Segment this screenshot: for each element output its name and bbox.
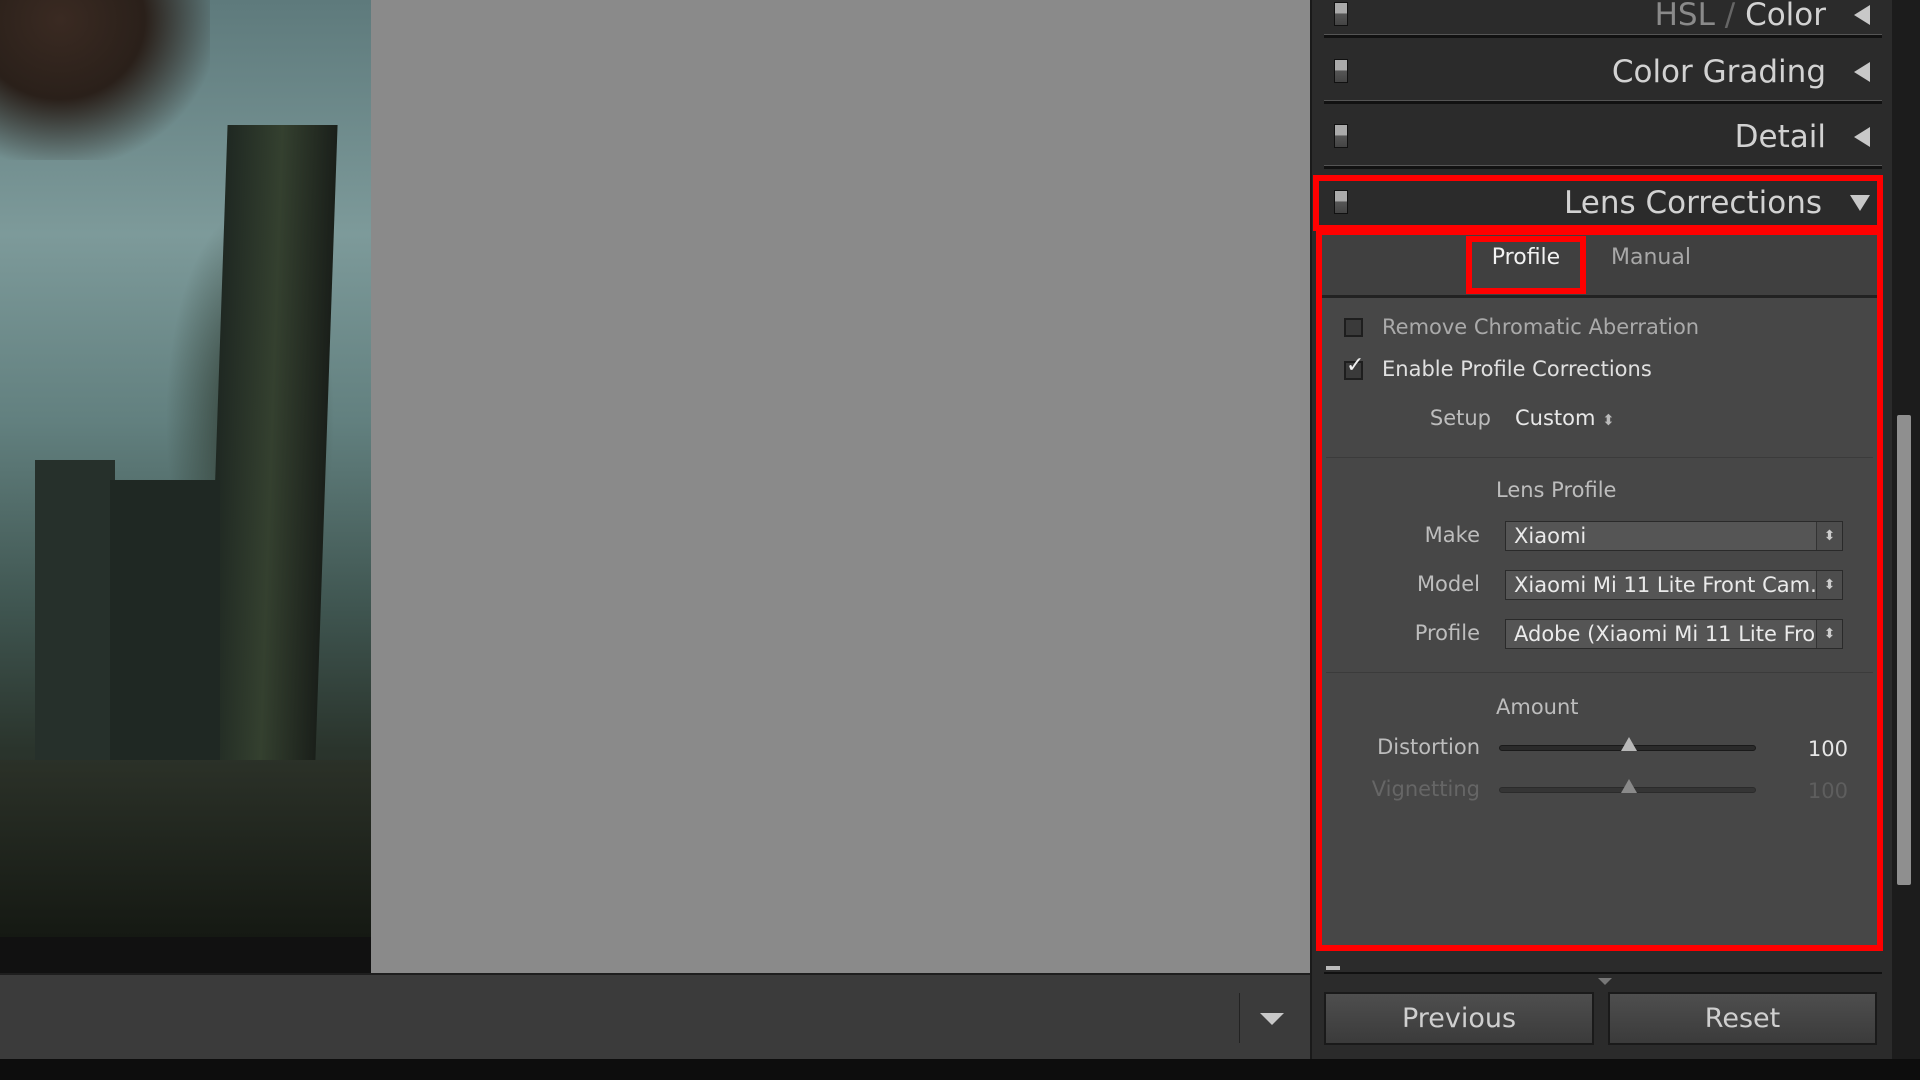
panel-scrollbar[interactable]	[1892, 0, 1920, 1059]
detail-label: Detail	[1734, 119, 1826, 155]
panel-divider	[1324, 165, 1882, 169]
panel-toggle-switch-icon[interactable]	[1334, 59, 1348, 83]
panel-toggle-switch-icon[interactable]	[1334, 2, 1348, 26]
branches	[0, 0, 210, 160]
ground	[0, 760, 371, 937]
panel-toggle-switch-icon[interactable]	[1334, 124, 1348, 148]
reset-button[interactable]: Reset	[1608, 992, 1877, 1045]
toolbar-menu-triangle-icon[interactable]	[1260, 1013, 1284, 1025]
scrollbar-thumb[interactable]	[1897, 415, 1911, 885]
highlight-box-lens-header	[1313, 175, 1883, 231]
highlight-box-lens-body	[1316, 229, 1883, 951]
panel-end-triangle-icon	[1598, 978, 1612, 985]
panel-divider	[1324, 34, 1882, 38]
collapse-arrow-left-icon	[1854, 62, 1870, 82]
hsl-label: HSL / Color	[1654, 0, 1826, 33]
stone	[35, 460, 115, 760]
canvas-background	[371, 0, 1310, 973]
toolbar-divider	[1239, 993, 1240, 1043]
panel-end-marker	[1326, 966, 1340, 970]
photo-preview	[0, 0, 371, 937]
stone-monolith	[202, 125, 338, 845]
previous-button[interactable]: Previous	[1324, 992, 1594, 1045]
collapse-arrow-left-icon	[1854, 5, 1870, 25]
collapse-arrow-left-icon	[1854, 127, 1870, 147]
panel-divider	[1324, 100, 1882, 104]
bottom-toolbar	[0, 973, 1310, 1059]
bottom-edge	[0, 1059, 1920, 1080]
panel-divider	[1324, 972, 1882, 974]
panel-header-color-grading[interactable]: Color Grading	[1324, 47, 1882, 97]
panel-header-detail[interactable]: Detail	[1324, 112, 1882, 162]
highlight-box-profile-tab	[1466, 236, 1586, 294]
color-grading-label: Color Grading	[1611, 54, 1826, 90]
